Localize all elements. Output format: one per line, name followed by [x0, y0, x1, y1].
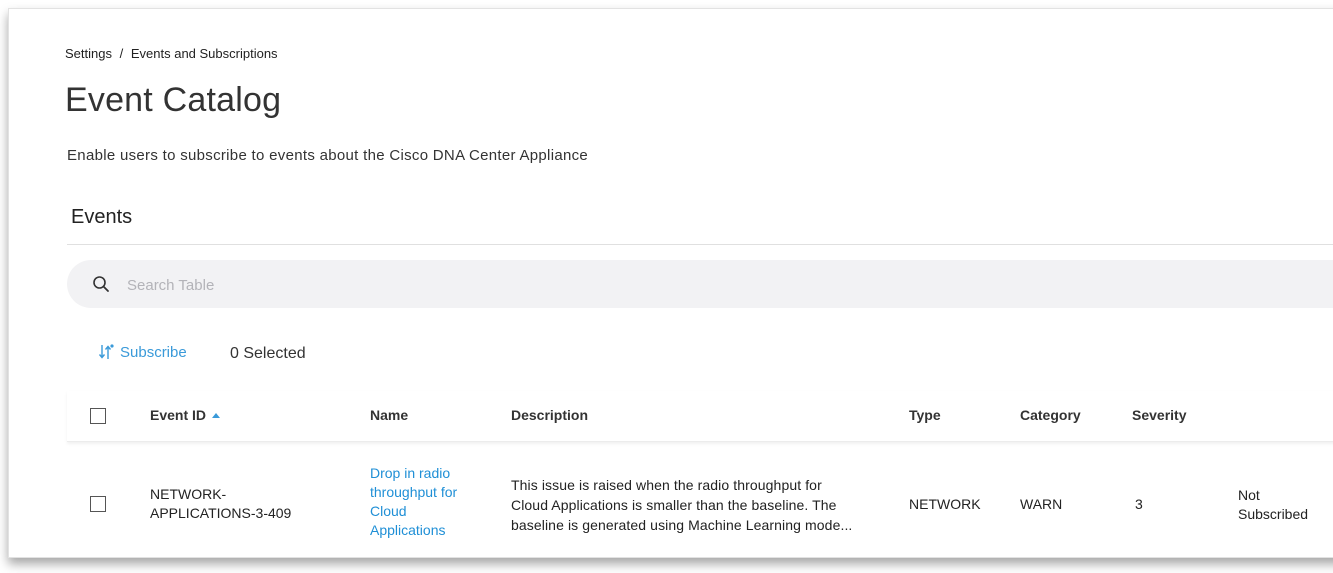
- event-name-line: Applications: [370, 522, 446, 538]
- search-icon: [93, 276, 109, 292]
- search-input[interactable]: [125, 273, 729, 297]
- column-header-severity[interactable]: Severity: [1132, 407, 1186, 423]
- status-line: Subscribed: [1238, 506, 1309, 522]
- event-name-line: Drop in radio: [370, 465, 451, 481]
- column-header-event-id-label: Event ID: [150, 407, 207, 423]
- column-header-name[interactable]: Name: [370, 407, 408, 423]
- column-header-category[interactable]: Category: [1020, 407, 1081, 423]
- selected-count: 0 Selected: [230, 345, 306, 362]
- breadcrumb: Settings / Events and Subscriptions: [65, 46, 282, 61]
- subscribe-button[interactable]: Subscribe: [98, 343, 187, 361]
- description-line: Cloud Applications is smaller than the b…: [511, 497, 837, 513]
- cell-description: This issue is raised when the radio thro…: [511, 475, 852, 535]
- app-window: Settings / Events and Subscriptions Even…: [8, 8, 1333, 558]
- cell-subscription-status: Not Subscribed: [1238, 486, 1308, 524]
- description-line: baseline is generated using Machine Lear…: [511, 517, 853, 533]
- select-all-checkbox[interactable]: [90, 408, 106, 424]
- search-bar[interactable]: [67, 260, 1333, 308]
- subscribe-icon: [98, 344, 114, 359]
- event-id-line: NETWORK-: [150, 486, 227, 502]
- description-line: This issue is raised when the radio thro…: [511, 477, 822, 493]
- section-divider: [67, 244, 1333, 245]
- section-title-events: Events: [71, 206, 133, 228]
- event-name-line: Cloud: [370, 503, 407, 519]
- page-subtitle: Enable users to subscribe to events abou…: [67, 147, 589, 164]
- cell-type: NETWORK: [909, 496, 981, 512]
- sort-ascending-icon[interactable]: [212, 413, 221, 418]
- subscribe-label: Subscribe: [120, 343, 187, 361]
- event-id-line: APPLICATIONS-3-409: [150, 505, 292, 521]
- cell-event-id: NETWORK- APPLICATIONS-3-409: [150, 485, 291, 523]
- page-title: Event Catalog: [65, 81, 282, 119]
- breadcrumb-separator: /: [119, 46, 124, 61]
- event-name-link[interactable]: Drop in radio throughput for Cloud Appli…: [370, 464, 457, 540]
- cell-category: WARN: [1020, 496, 1063, 512]
- column-header-description[interactable]: Description: [511, 407, 588, 423]
- column-header-type[interactable]: Type: [909, 407, 941, 423]
- column-header-event-id[interactable]: Event ID: [150, 407, 221, 423]
- cell-severity: 3: [1135, 496, 1143, 512]
- table-header: Event ID Name Description Type Category …: [67, 391, 1333, 442]
- event-name-line: throughput for: [370, 484, 458, 500]
- table-row[interactable]: NETWORK- APPLICATIONS-3-409 Drop in radi…: [67, 442, 1333, 552]
- row-checkbox[interactable]: [90, 496, 106, 512]
- status-line: Not: [1238, 487, 1260, 503]
- breadcrumb-current: Events and Subscriptions: [130, 46, 278, 61]
- breadcrumb-settings[interactable]: Settings: [65, 46, 112, 61]
